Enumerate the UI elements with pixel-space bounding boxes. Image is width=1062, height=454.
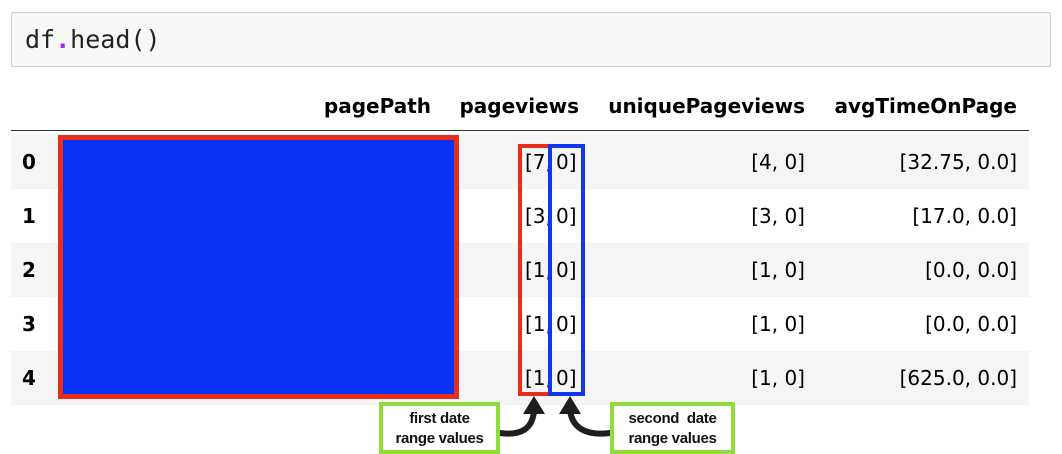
column-header-uniquepageviews: uniquePageviews	[608, 94, 805, 118]
code-parens: ()	[130, 25, 161, 54]
first-arrow-icon	[497, 407, 537, 437]
code-text: df.head()	[25, 25, 161, 55]
second-date-range-callout: second date range values	[610, 402, 735, 454]
code-method: head	[70, 25, 131, 54]
callout-line: second date	[628, 410, 717, 427]
avgtimeonpage-cell: [17.0, 0.0]	[912, 204, 1017, 228]
first-date-range-callout: first date range values	[379, 402, 500, 454]
code-dot-operator: .	[55, 25, 71, 54]
code-variable: df	[25, 25, 56, 54]
second-arrow-icon	[567, 407, 613, 437]
first-date-range-highlight	[518, 144, 552, 396]
row-index: 0	[22, 150, 36, 174]
row-index: 4	[22, 366, 36, 390]
callout-line: range values	[395, 430, 484, 447]
column-header-pagepath: pagePath	[323, 94, 431, 118]
uniquepageviews-cell: [1, 0]	[751, 312, 805, 336]
uniquepageviews-cell: [4, 0]	[751, 150, 805, 174]
callout-line: range values	[628, 430, 717, 447]
code-cell[interactable]: df.head()	[11, 12, 1051, 67]
row-index: 3	[22, 312, 36, 336]
column-header-pageviews: pageviews	[459, 94, 579, 118]
redacted-pagepath-block	[58, 135, 459, 399]
avgtimeonpage-cell: [0.0, 0.0]	[925, 312, 1017, 336]
callout-line: first date	[409, 410, 470, 427]
avgtimeonpage-cell: [0.0, 0.0]	[925, 258, 1017, 282]
uniquepageviews-cell: [1, 0]	[751, 366, 805, 390]
row-index: 2	[22, 258, 36, 282]
column-header-avgtimeonpage: avgTimeOnPage	[834, 94, 1018, 118]
avgtimeonpage-cell: [625.0, 0.0]	[899, 366, 1017, 390]
avgtimeonpage-cell: [32.75, 0.0]	[899, 150, 1017, 174]
uniquepageviews-cell: [3, 0]	[751, 204, 805, 228]
header-divider	[11, 130, 1029, 131]
second-date-range-highlight	[548, 144, 585, 396]
uniquepageviews-cell: [1, 0]	[751, 258, 805, 282]
row-index: 1	[22, 204, 36, 228]
